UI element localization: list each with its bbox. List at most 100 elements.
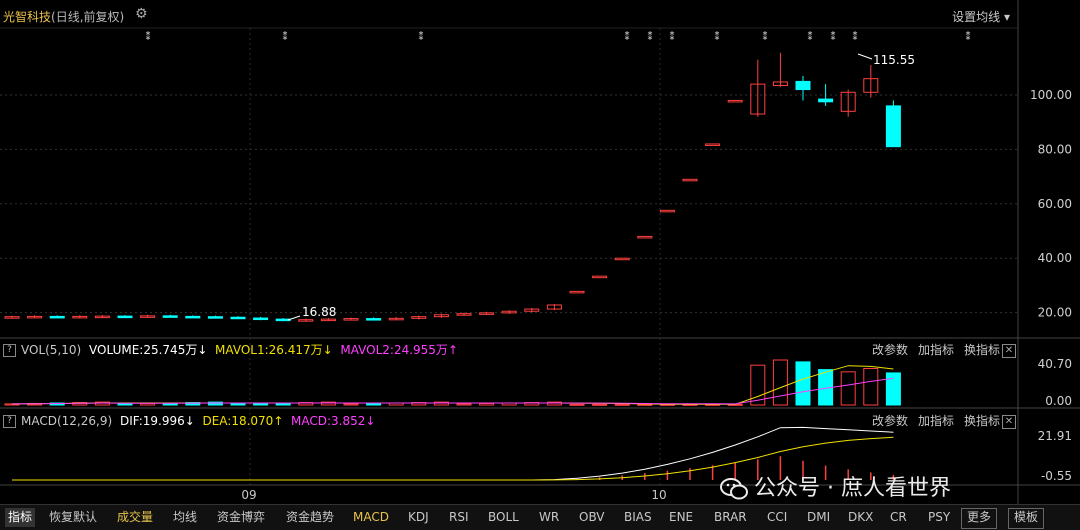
wechat-icon	[720, 478, 748, 500]
mavol1-arrow: ↓	[322, 343, 333, 357]
tab-macd[interactable]: MACD	[350, 508, 392, 527]
tab-wr[interactable]: WR	[536, 508, 562, 527]
event-marker: ⁑	[419, 30, 424, 43]
tab-obv[interactable]: OBV	[576, 508, 608, 527]
candle	[705, 143, 721, 146]
candle	[614, 257, 630, 261]
volume-bar	[614, 403, 630, 406]
tab-cci[interactable]: CCI	[764, 508, 790, 527]
macd-arrow: ↓	[365, 414, 376, 428]
event-marker: ⁑	[283, 30, 288, 43]
event-marker: ⁑	[670, 30, 675, 43]
price-tick-label: 60.00	[1038, 197, 1072, 211]
price-tick-label: 40.00	[1038, 251, 1072, 265]
tab-restore-default[interactable]: 恢复默认	[46, 508, 100, 527]
dif-value: DIF:19.996	[119, 414, 185, 428]
volume-bar	[592, 403, 608, 406]
candle	[230, 316, 246, 320]
event-marker: ⁑	[625, 30, 630, 43]
candle	[885, 105, 901, 148]
low-pointer	[287, 315, 301, 321]
tab-indicator[interactable]: 指标	[5, 508, 36, 527]
tab-boll[interactable]: BOLL	[485, 508, 522, 527]
event-marker: ⁑	[853, 30, 858, 43]
help-icon[interactable]: ?	[3, 344, 16, 357]
tab-kdj[interactable]: KDJ	[405, 508, 432, 527]
candle	[818, 98, 834, 103]
switch-indicator-button[interactable]: 换指标	[964, 343, 1000, 357]
volume-bar	[795, 361, 811, 406]
candle	[659, 209, 675, 213]
watermark-text: 公众号 · 庶人看世界	[754, 476, 951, 501]
high-pointer	[857, 53, 873, 60]
help-icon[interactable]: ?	[3, 415, 16, 428]
change-params-button[interactable]: 改参数	[872, 343, 908, 357]
candle	[185, 315, 201, 319]
tab-capital-game[interactable]: 资金博弈	[214, 508, 268, 527]
tab-volume[interactable]: 成交量	[114, 508, 156, 527]
event-marker: ⁑	[146, 30, 151, 43]
candle	[162, 315, 178, 318]
mavol2-line	[11, 377, 894, 405]
change-params-button[interactable]: 改参数	[872, 414, 908, 428]
dif-arrow: ↓	[184, 414, 195, 428]
candle	[682, 178, 698, 182]
price-tick-label: 80.00	[1038, 142, 1072, 156]
macd-label: MACD(12,26,9)	[21, 414, 113, 428]
candle	[795, 80, 811, 91]
x-tick-label: 10	[651, 488, 666, 502]
volume-bar	[840, 371, 856, 406]
tab-psy[interactable]: PSY	[925, 508, 953, 527]
low-annotation: 16.88	[302, 305, 336, 319]
tab-ene[interactable]: ENE	[666, 508, 696, 527]
candle	[253, 317, 269, 321]
candle	[49, 315, 65, 319]
mavol2-arrow: ↑	[447, 343, 458, 357]
candle	[637, 235, 653, 239]
volume-bar	[456, 403, 472, 406]
candle	[727, 99, 743, 103]
x-tick-label: 09	[241, 488, 256, 502]
chart-period: (日线,前复权)	[51, 10, 125, 24]
event-marker: ⁑	[831, 30, 836, 43]
volume-bar	[772, 359, 788, 406]
event-marker: ⁑	[648, 30, 653, 43]
tab-cr[interactable]: CR	[887, 508, 910, 527]
candle	[592, 275, 608, 279]
template-button[interactable]: 模板	[1008, 508, 1045, 529]
volume-bar	[117, 403, 133, 406]
tab-dkx[interactable]: DKX	[845, 508, 876, 527]
event-marker: ⁑	[808, 30, 813, 43]
close-icon[interactable]: ✕	[1002, 415, 1016, 429]
candle	[207, 316, 223, 319]
add-indicator-button[interactable]: 加指标	[918, 343, 954, 357]
close-icon[interactable]: ✕	[1002, 344, 1016, 358]
volume-bar	[253, 402, 269, 406]
tab-capital-trend[interactable]: 资金趋势	[283, 508, 337, 527]
event-marker: ⁑	[763, 30, 768, 43]
gear-icon[interactable]: ⚙	[135, 7, 149, 21]
mavol1-line	[11, 365, 894, 405]
tab-bias[interactable]: BIAS	[621, 508, 655, 527]
tab-brar[interactable]: BRAR	[711, 508, 750, 527]
macd-tick-label: -0.55	[1041, 469, 1072, 483]
macd-value: MACD:3.852	[291, 414, 366, 428]
more-button[interactable]: 更多	[961, 508, 998, 529]
tab-dmi[interactable]: DMI	[804, 508, 833, 527]
set-ma-button[interactable]: 设置均线 ▾	[952, 8, 1010, 25]
volume-arrow: ↓	[197, 343, 208, 357]
tab-rsi[interactable]: RSI	[446, 508, 472, 527]
switch-indicator-button[interactable]: 换指标	[964, 414, 1000, 428]
tab-ma[interactable]: 均线	[170, 508, 200, 527]
candle	[117, 315, 133, 319]
vol-tick-label: 40.70	[1038, 357, 1072, 371]
vol-panel-header: ? VOL(5,10) VOLUME:25.745万↓ MAVOL1:26.417…	[0, 341, 458, 359]
candle	[366, 318, 382, 321]
volume-value: VOLUME:25.745万	[89, 343, 198, 357]
vol-panel-actions: 改参数 加指标 换指标	[862, 341, 1000, 359]
macd-tick-label: 21.91	[1038, 429, 1072, 443]
add-indicator-button[interactable]: 加指标	[918, 414, 954, 428]
volume-bar	[343, 403, 359, 406]
dea-value: DEA:18.070	[202, 414, 274, 428]
stock-chart[interactable]: 100.00 80.00 60.00 40.00 20.00 40.70 0.00 21.91…	[0, 0, 1080, 529]
